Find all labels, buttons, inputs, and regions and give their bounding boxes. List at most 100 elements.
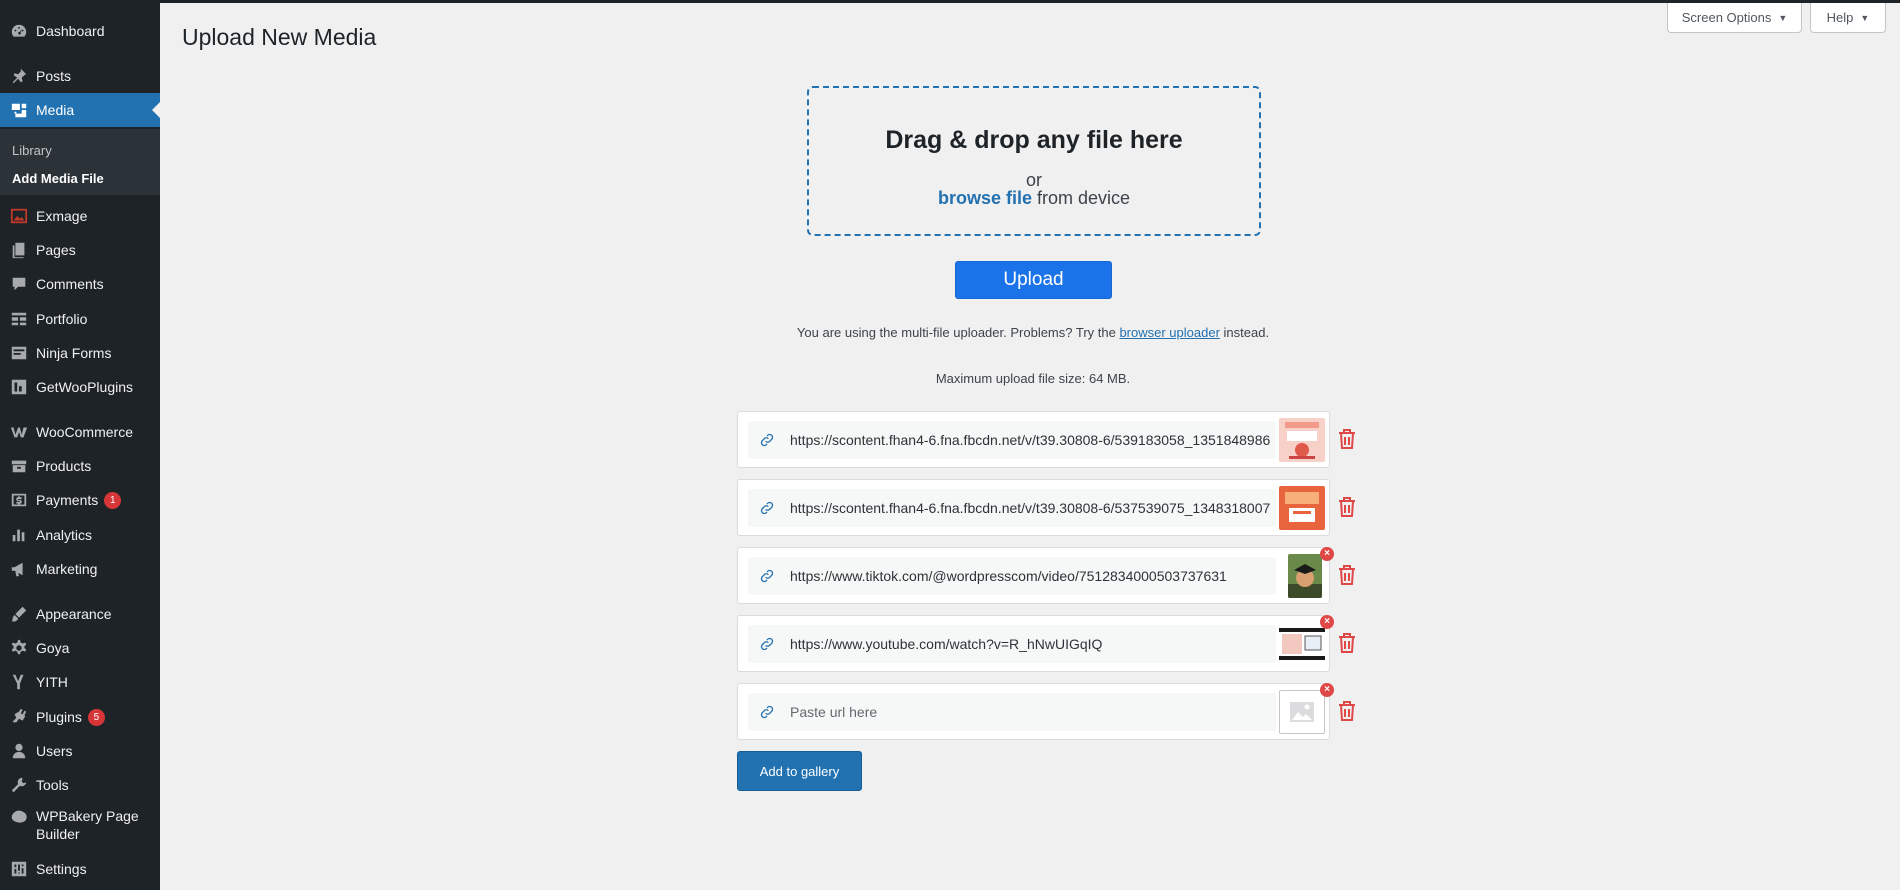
sidebar-item-label: Goya <box>36 640 70 656</box>
url-row: https://www.tiktok.com/@wordpresscom/vid… <box>737 547 1355 604</box>
page-title: Upload New Media <box>182 24 377 50</box>
browse-file-link[interactable]: browse file <box>938 188 1032 208</box>
video-thumbnail <box>1279 622 1325 666</box>
user-icon <box>10 742 28 760</box>
url-value: https://scontent.fhan4-6.fna.fbcdn.net/v… <box>790 500 1271 516</box>
sidebar-item-label: Pages <box>36 242 76 258</box>
forms-icon <box>10 344 28 362</box>
gear-icon <box>10 639 28 657</box>
sidebar-item-users[interactable]: Users <box>0 734 160 768</box>
link-icon <box>758 499 776 517</box>
plugins-count-badge: 5 <box>87 708 105 726</box>
url-row: https://www.youtube.com/watch?v=R_hNwUIG… <box>737 615 1355 672</box>
submenu-item-add-media[interactable]: Add Media File <box>12 171 104 186</box>
link-icon <box>758 567 776 585</box>
sidebar-item-label: Users <box>36 743 73 759</box>
url-input[interactable]: https://scontent.fhan4-6.fna.fbcdn.net/v… <box>748 489 1276 527</box>
url-input[interactable]: https://scontent.fhan4-6.fna.fbcdn.net/v… <box>748 421 1276 459</box>
sidebar-item-comments[interactable]: Comments <box>0 267 160 301</box>
sidebar-item-yith[interactable]: YITH <box>0 665 160 699</box>
file-dropzone[interactable]: Drag & drop any file here or browse file… <box>807 86 1261 236</box>
sidebar-item-label: Media <box>36 102 75 118</box>
url-row: https://scontent.fhan4-6.fna.fbcdn.net/v… <box>737 479 1355 536</box>
dropzone-browse-line: browse file from device <box>809 188 1259 209</box>
url-row: Paste url here × <box>737 683 1355 740</box>
sidebar-item-posts[interactable]: Posts <box>0 59 160 93</box>
help-button[interactable]: Help ▼ <box>1810 3 1886 33</box>
pin-icon <box>10 67 28 85</box>
screen-options-button[interactable]: Screen Options ▼ <box>1667 3 1802 33</box>
sidebar-item-label: Products <box>36 458 92 474</box>
link-icon <box>758 703 776 721</box>
browser-uploader-link[interactable]: browser uploader <box>1119 325 1219 340</box>
payments-icon <box>10 491 28 509</box>
url-value: https://www.tiktok.com/@wordpresscom/vid… <box>790 568 1227 584</box>
sidebar-item-woocommerce[interactable]: WooCommerce <box>0 415 160 449</box>
sidebar-item-appearance[interactable]: Appearance <box>0 597 160 631</box>
megaphone-icon <box>10 560 28 578</box>
products-icon <box>10 457 28 475</box>
sidebar-item-analytics[interactable]: Analytics <box>0 518 160 552</box>
plugins-icon <box>10 708 28 726</box>
trash-icon[interactable] <box>1338 428 1356 450</box>
sidebar-item-exmage[interactable]: Exmage <box>0 199 160 233</box>
sidebar-item-marketing[interactable]: Marketing <box>0 552 160 586</box>
submenu-item-library[interactable]: Library <box>12 143 52 158</box>
sidebar-item-tools[interactable]: Tools <box>0 768 160 802</box>
trash-icon[interactable] <box>1338 564 1356 586</box>
sidebar-item-dashboard[interactable]: Dashboard <box>0 14 160 48</box>
sidebar-item-label: YITH <box>36 674 68 690</box>
remove-thumbnail-icon[interactable]: × <box>1320 683 1334 697</box>
trash-icon[interactable] <box>1338 700 1356 722</box>
sidebar-item-ninja-forms[interactable]: Ninja Forms <box>0 336 160 370</box>
caret-down-icon: ▼ <box>1778 12 1788 23</box>
url-placeholder: Paste url here <box>790 704 878 720</box>
media-icon <box>10 101 28 119</box>
max-upload-size: Maximum upload file size: 64 MB. <box>935 371 1131 386</box>
sidebar-item-pages[interactable]: Pages <box>0 233 160 267</box>
screen-options-label: Screen Options <box>1681 10 1772 25</box>
url-input[interactable]: Paste url here <box>748 693 1276 731</box>
sidebar-item-media[interactable]: Media <box>0 93 160 127</box>
url-input[interactable]: https://www.tiktok.com/@wordpresscom/vid… <box>748 557 1276 595</box>
caret-down-icon: ▼ <box>1860 12 1870 23</box>
link-icon <box>758 431 776 449</box>
image-thumbnail <box>1279 486 1325 530</box>
trash-icon[interactable] <box>1338 632 1356 654</box>
dropzone-from-device: from device <box>1031 188 1131 208</box>
dashboard-icon <box>10 22 28 40</box>
comment-icon <box>10 275 28 293</box>
sidebar-item-label: Posts <box>36 68 72 84</box>
sidebar-item-products[interactable]: Products <box>0 449 160 483</box>
url-input[interactable]: https://www.youtube.com/watch?v=R_hNwUIG… <box>748 625 1276 663</box>
sidebar-item-label: Marketing <box>36 561 98 577</box>
wrench-icon <box>10 776 28 794</box>
sidebar-item-label: WPBakery Page Builder <box>36 808 139 842</box>
brush-icon <box>10 605 28 623</box>
exmage-icon <box>10 207 28 225</box>
add-to-gallery-button[interactable]: Add to gallery <box>737 751 862 791</box>
pages-icon <box>10 241 28 259</box>
sidebar-item-plugins[interactable]: Plugins 5 <box>0 700 160 734</box>
remove-thumbnail-icon[interactable]: × <box>1320 615 1334 629</box>
sidebar-item-label: Dashboard <box>36 23 105 39</box>
admin-sidebar: Dashboard Posts Media Library Add Media … <box>0 3 160 890</box>
url-row: https://scontent.fhan4-6.fna.fbcdn.net/v… <box>737 411 1355 468</box>
remove-thumbnail-icon[interactable]: × <box>1320 547 1334 561</box>
sidebar-item-label: Ninja Forms <box>36 345 112 361</box>
trash-icon[interactable] <box>1338 496 1356 518</box>
sidebar-item-goya[interactable]: Goya <box>0 631 160 665</box>
image-placeholder-icon <box>1279 690 1325 734</box>
uploader-info-suffix: instead. <box>1219 325 1270 340</box>
link-icon <box>758 635 776 653</box>
analytics-icon <box>10 526 28 544</box>
sidebar-item-settings[interactable]: Settings <box>0 852 160 886</box>
upload-button[interactable]: Upload <box>955 261 1112 299</box>
sidebar-item-label: Exmage <box>36 208 88 224</box>
sidebar-item-label: Settings <box>36 861 87 877</box>
sidebar-item-wpbakery[interactable]: WPBakery Page Builder <box>0 803 160 847</box>
sidebar-item-payments[interactable]: Payments 1 <box>0 483 160 517</box>
uploader-info: You are using the multi-file uploader. P… <box>0 325 1900 340</box>
dropzone-title: Drag & drop any file here <box>885 126 1183 154</box>
media-submenu: Library Add Media File <box>0 129 160 195</box>
